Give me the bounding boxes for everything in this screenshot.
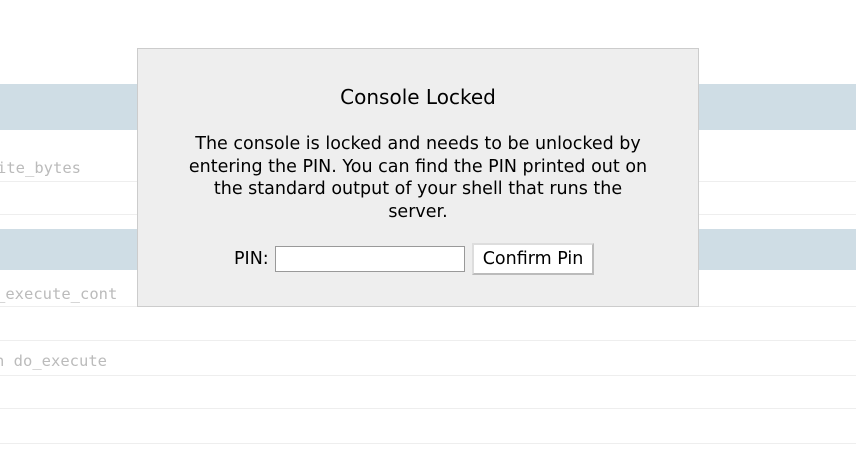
pin-label: PIN: bbox=[234, 249, 269, 269]
confirm-pin-button[interactable]: Confirm Pin bbox=[471, 243, 595, 275]
traceback-code-line[interactable]: ite_bytes bbox=[0, 159, 81, 177]
divider bbox=[0, 375, 856, 376]
divider bbox=[0, 443, 856, 444]
dialog-message: The console is locked and needs to be un… bbox=[188, 134, 648, 222]
divider bbox=[0, 340, 856, 341]
divider bbox=[0, 408, 856, 409]
dialog-title: Console Locked bbox=[340, 85, 496, 109]
pin-form: PIN: Confirm Pin bbox=[234, 243, 595, 275]
traceback-code-line[interactable]: _execute_cont bbox=[0, 285, 117, 303]
pin-input[interactable] bbox=[274, 246, 465, 272]
console-locked-dialog: Console Locked The console is locked and… bbox=[137, 48, 699, 307]
traceback-code-line[interactable]: n do_execute bbox=[0, 352, 107, 370]
debugger-page: ite_bytes _execute_cont n do_execute Con… bbox=[0, 0, 856, 453]
